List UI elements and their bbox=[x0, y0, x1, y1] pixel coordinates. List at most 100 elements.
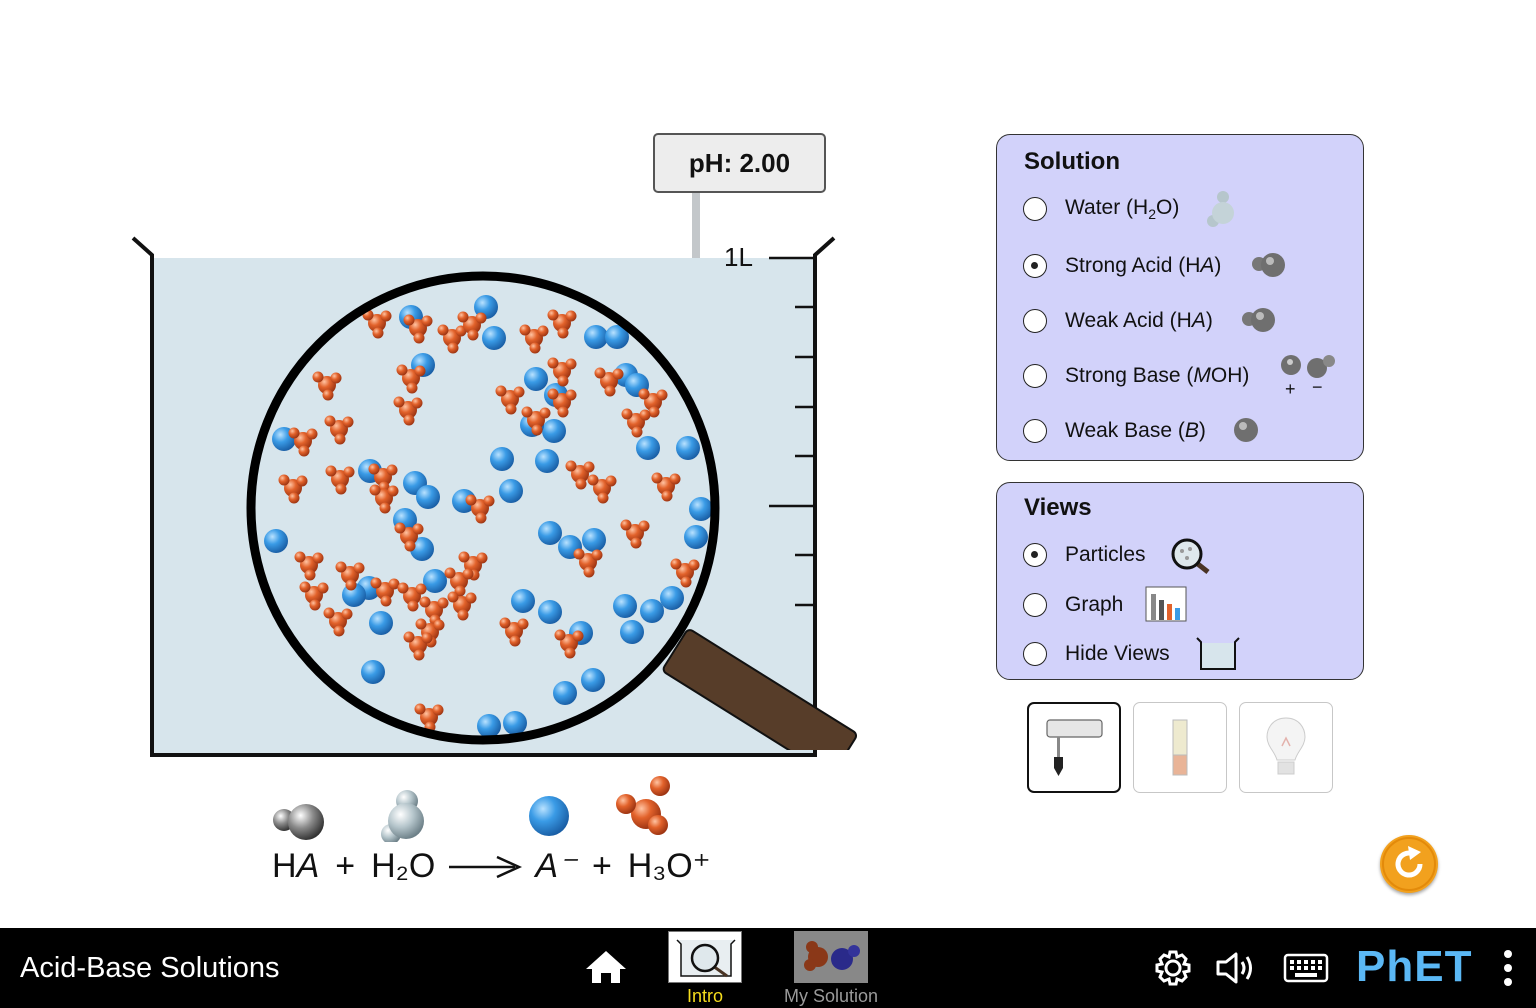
lightbulb-icon bbox=[1266, 717, 1306, 775]
anion-particle bbox=[482, 326, 506, 350]
radio-button[interactable] bbox=[1023, 419, 1047, 443]
radio-label-strong-acid: Strong Acid (HA) bbox=[1065, 254, 1222, 277]
radio-water[interactable]: Water (H2O) bbox=[1023, 194, 1179, 224]
reset-all-button[interactable] bbox=[1380, 835, 1438, 893]
app-title: Acid-Base Solutions bbox=[20, 952, 280, 984]
radio-graph[interactable]: Graph bbox=[1023, 590, 1123, 620]
solution-panel: Solution Water (H2O) Strong Acid (HA) We… bbox=[996, 134, 1364, 461]
radio-label-water: Water (H2O) bbox=[1065, 195, 1180, 223]
intro-screen-button[interactable] bbox=[668, 931, 742, 983]
acid-molecule-icon bbox=[1252, 253, 1285, 277]
my-solution-screen-button[interactable] bbox=[794, 931, 868, 983]
anion-particle bbox=[636, 436, 660, 460]
sound-icon[interactable] bbox=[1214, 949, 1262, 987]
phet-logo[interactable]: PhET bbox=[1356, 942, 1472, 992]
anion-particle bbox=[490, 447, 514, 471]
more-options-icon[interactable] bbox=[1501, 948, 1515, 988]
radio-button[interactable] bbox=[1023, 254, 1047, 278]
anion-particle bbox=[423, 569, 447, 593]
radio-label-strong-base: Strong Base (MOH) bbox=[1065, 364, 1250, 387]
anion-particle bbox=[538, 521, 562, 545]
reaction-arrow-icon bbox=[449, 855, 523, 879]
radio-label-hide-views: Hide Views bbox=[1065, 642, 1170, 665]
anion-particle bbox=[620, 620, 644, 644]
radio-strong-base[interactable]: Strong Base (MOH) bbox=[1023, 361, 1249, 391]
radio-label-weak-base: Weak Base (B) bbox=[1065, 419, 1206, 442]
anion-particle bbox=[538, 600, 562, 624]
radio-label-weak-acid: Weak Acid (HA) bbox=[1065, 309, 1213, 332]
anion-particle bbox=[581, 668, 605, 692]
svg-text:−: − bbox=[1312, 377, 1323, 397]
anion-particle bbox=[584, 325, 608, 349]
keyboard-icon[interactable] bbox=[1283, 953, 1329, 983]
eq-hydronium: H₃O⁺ bbox=[627, 847, 711, 885]
ph-value: pH: 2.00 bbox=[688, 147, 791, 178]
radio-button[interactable] bbox=[1023, 197, 1047, 221]
eq-plus: + bbox=[335, 846, 356, 885]
equation: HA + H₂O A⁻ + H₃O⁺ bbox=[272, 846, 711, 886]
radio-weak-base[interactable]: Weak Base (B) bbox=[1023, 416, 1206, 446]
settings-gear-icon[interactable] bbox=[1154, 949, 1192, 987]
anion-particle bbox=[660, 586, 684, 610]
radio-button[interactable] bbox=[1023, 642, 1047, 666]
anion-particle bbox=[503, 711, 527, 735]
anion-particle bbox=[640, 599, 664, 623]
anion-particle bbox=[613, 594, 637, 618]
anion-particle bbox=[542, 419, 566, 443]
views-panel-title: Views bbox=[1024, 494, 1092, 521]
radio-button[interactable] bbox=[1023, 309, 1047, 333]
radio-weak-acid[interactable]: Weak Acid (HA) bbox=[1023, 306, 1213, 336]
svg-text:+: + bbox=[1285, 379, 1296, 397]
anion-particle bbox=[676, 436, 700, 460]
my-solution-screen-icon bbox=[804, 941, 860, 971]
anion-particle bbox=[264, 529, 288, 553]
anion-particle bbox=[416, 485, 440, 509]
eq-water: H₂O bbox=[371, 846, 436, 885]
water-molecule-icon bbox=[381, 790, 424, 842]
anion-particle bbox=[582, 528, 606, 552]
home-icon[interactable] bbox=[584, 949, 628, 985]
radio-particles[interactable]: Particles bbox=[1023, 540, 1146, 570]
solution-panel-title: Solution bbox=[1024, 148, 1120, 175]
radio-label-graph: Graph bbox=[1065, 593, 1124, 616]
intro-screen-icon bbox=[676, 939, 736, 978]
radio-hide-views[interactable]: Hide Views bbox=[1023, 639, 1170, 669]
ph-meter-readout[interactable]: pH: 2.00 bbox=[653, 133, 826, 193]
anion-particle bbox=[477, 714, 501, 738]
water-molecule-icon bbox=[1207, 191, 1234, 227]
hydronium-icon bbox=[616, 776, 670, 835]
anion-particle bbox=[361, 660, 385, 684]
anion-particle bbox=[553, 681, 577, 705]
equation-molecules bbox=[273, 776, 670, 842]
eq-ha: HA bbox=[272, 846, 320, 885]
anion-particle bbox=[689, 497, 713, 521]
anion-particle bbox=[535, 449, 559, 473]
radio-button[interactable] bbox=[1023, 543, 1047, 567]
radio-button[interactable] bbox=[1023, 593, 1047, 617]
anion-icon bbox=[529, 796, 569, 836]
anion-particle bbox=[684, 525, 708, 549]
conductivity-tool-button[interactable] bbox=[1239, 702, 1333, 793]
anion-particle bbox=[524, 367, 548, 391]
anion-particle bbox=[511, 589, 535, 613]
particles-magnifier bbox=[246, 271, 858, 750]
eq-plus: + bbox=[591, 846, 612, 885]
anion-particle bbox=[369, 611, 393, 635]
acid-molecule-icon bbox=[1242, 308, 1275, 332]
radio-button[interactable] bbox=[1023, 364, 1047, 388]
ph-meter-tool-button[interactable] bbox=[1027, 702, 1121, 793]
radio-strong-acid[interactable]: Strong Acid (HA) bbox=[1023, 251, 1221, 281]
reset-icon bbox=[1382, 837, 1436, 891]
intro-screen-label[interactable]: Intro bbox=[668, 986, 742, 1007]
magnifier-handle bbox=[662, 629, 858, 750]
anion-particle bbox=[499, 479, 523, 503]
ph-meter-icon bbox=[1046, 719, 1103, 776]
magnifier-icon bbox=[1171, 538, 1210, 574]
ha-molecule-icon bbox=[273, 804, 324, 840]
my-solution-screen-label[interactable]: My Solution bbox=[768, 986, 894, 1007]
ph-paper-tool-button[interactable] bbox=[1133, 702, 1227, 793]
radio-label-particles: Particles bbox=[1065, 543, 1146, 566]
bar-graph-icon bbox=[1145, 586, 1187, 622]
base-ions-icon: + − bbox=[1281, 355, 1335, 397]
ph-paper-icon bbox=[1172, 719, 1188, 776]
